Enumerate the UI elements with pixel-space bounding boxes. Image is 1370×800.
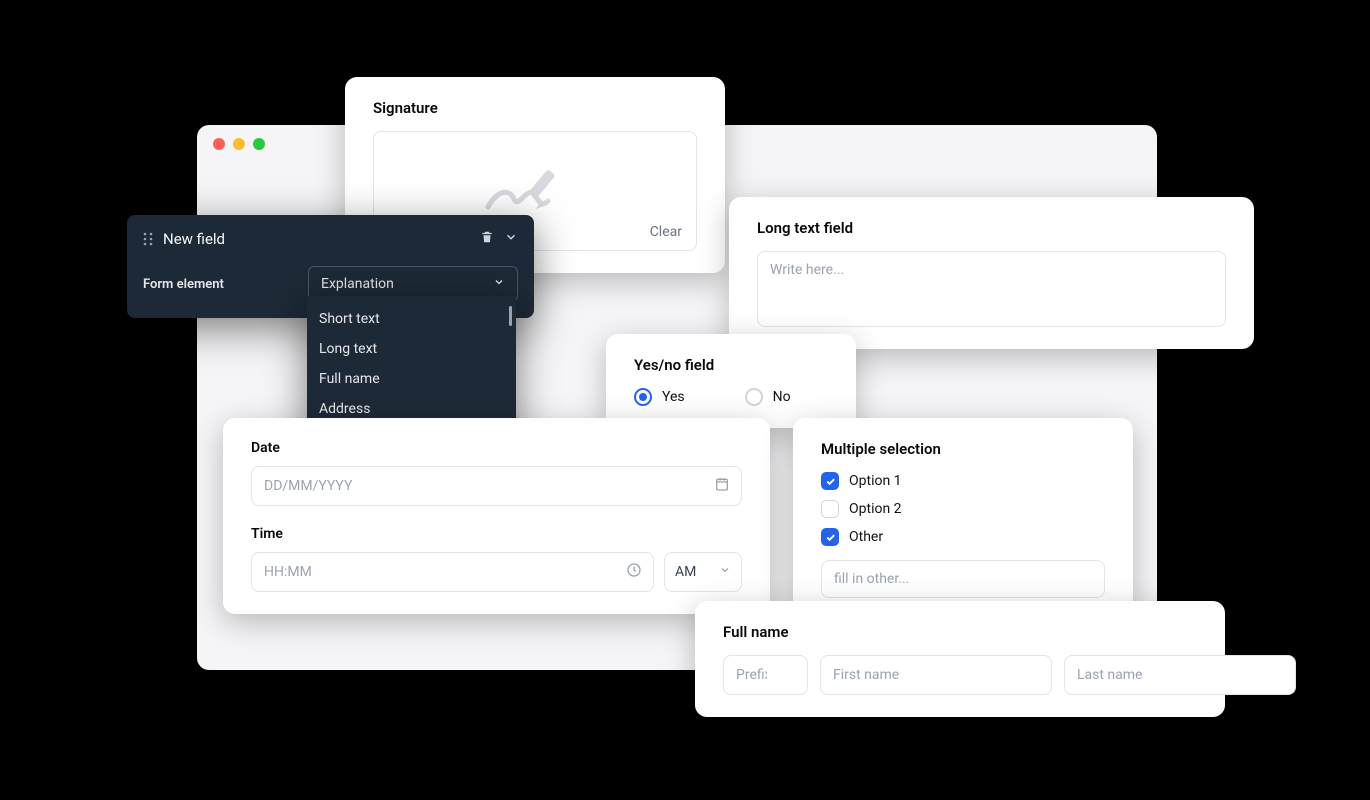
long-text-title: Long text field xyxy=(757,219,1226,237)
checkbox-icon xyxy=(821,472,839,490)
clock-icon[interactable] xyxy=(626,562,642,582)
clear-button[interactable]: Clear xyxy=(650,224,682,240)
other-input[interactable] xyxy=(821,560,1105,598)
date-input[interactable] xyxy=(251,466,742,506)
full-name-card: Full name xyxy=(695,601,1225,717)
time-label: Time xyxy=(251,526,742,542)
option-long-text[interactable]: Long text xyxy=(307,334,516,364)
first-name-input[interactable] xyxy=(820,655,1052,695)
radio-no[interactable]: No xyxy=(745,388,791,406)
long-text-card: Long text field Write here... xyxy=(729,197,1254,349)
form-element-label: Form element xyxy=(143,277,298,292)
time-input[interactable] xyxy=(251,552,654,592)
radio-yes[interactable]: Yes xyxy=(634,388,685,406)
prefix-input[interactable] xyxy=(723,655,808,695)
radio-no-label: No xyxy=(773,389,791,405)
yes-no-card: Yes/no field Yes No xyxy=(606,334,856,428)
maximize-window-icon[interactable] xyxy=(253,138,265,150)
trash-icon[interactable] xyxy=(480,229,494,248)
option-full-name[interactable]: Full name xyxy=(307,364,516,394)
radio-icon xyxy=(634,388,652,406)
multi-select-title: Multiple selection xyxy=(821,440,1105,458)
checkbox-label: Other xyxy=(849,529,883,545)
signature-icon xyxy=(480,159,590,223)
new-field-title: New field xyxy=(163,230,470,248)
multi-select-card: Multiple selection Option 1 Option 2 Oth… xyxy=(793,418,1133,620)
minimize-window-icon[interactable] xyxy=(233,138,245,150)
long-text-input[interactable]: Write here... xyxy=(757,251,1226,327)
chevron-down-icon[interactable] xyxy=(504,229,518,248)
checkbox-other[interactable]: Other xyxy=(821,528,1105,546)
full-name-title: Full name xyxy=(723,623,1197,641)
form-element-selected: Explanation xyxy=(321,276,394,292)
option-short-text[interactable]: Short text xyxy=(307,304,516,334)
checkbox-icon xyxy=(821,528,839,546)
date-label: Date xyxy=(251,440,742,456)
ampm-select[interactable]: AM xyxy=(664,552,742,592)
chevron-down-icon xyxy=(719,564,731,580)
yes-no-title: Yes/no field xyxy=(634,356,828,374)
checkbox-option-2[interactable]: Option 2 xyxy=(821,500,1105,518)
signature-title: Signature xyxy=(373,99,697,117)
last-name-input[interactable] xyxy=(1064,655,1296,695)
checkbox-label: Option 1 xyxy=(849,473,902,489)
close-window-icon[interactable] xyxy=(213,138,225,150)
radio-yes-label: Yes xyxy=(662,389,685,405)
chevron-down-icon xyxy=(493,276,505,292)
drag-handle-icon[interactable] xyxy=(143,232,153,246)
checkbox-icon xyxy=(821,500,839,518)
date-time-card: Date Time AM xyxy=(223,418,770,614)
calendar-icon[interactable] xyxy=(714,476,730,496)
checkbox-label: Option 2 xyxy=(849,501,902,517)
ampm-value: AM xyxy=(675,564,696,580)
checkbox-option-1[interactable]: Option 1 xyxy=(821,472,1105,490)
radio-icon xyxy=(745,388,763,406)
